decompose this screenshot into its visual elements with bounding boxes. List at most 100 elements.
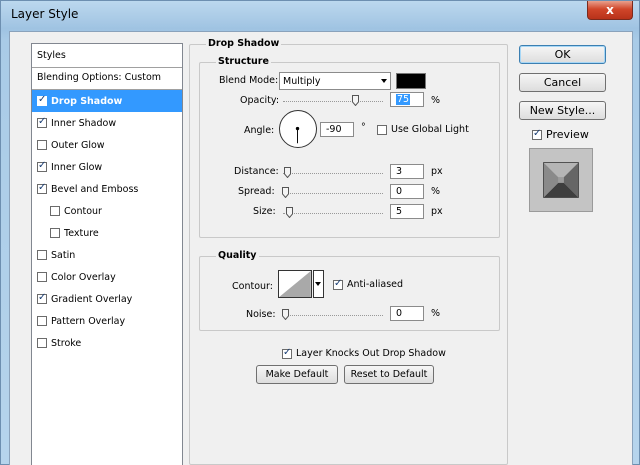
spread-input[interactable]: 0 xyxy=(390,184,424,199)
style-item-label: Inner Shadow xyxy=(51,117,117,129)
blending-options-item[interactable]: Blending Options: Custom xyxy=(32,68,182,90)
style-item-checkbox[interactable] xyxy=(37,160,47,172)
style-item-satin[interactable]: Satin xyxy=(32,244,182,266)
style-item-pattern-overlay[interactable]: Pattern Overlay xyxy=(32,310,182,332)
noise-slider-thumb[interactable] xyxy=(282,309,289,320)
contour-picker-button[interactable] xyxy=(313,270,324,298)
style-item-gradient-overlay[interactable]: Gradient Overlay xyxy=(32,288,182,310)
distance-input[interactable]: 3 xyxy=(390,164,424,179)
close-icon: x xyxy=(606,3,614,17)
blend-mode-value: Multiply xyxy=(283,76,321,87)
noise-value: 0 xyxy=(396,308,403,319)
size-unit: px xyxy=(431,206,443,217)
style-item-checkbox[interactable] xyxy=(50,228,60,238)
anti-aliased-checkbox[interactable] xyxy=(333,278,343,290)
noise-slider-track[interactable] xyxy=(283,315,383,316)
contour-preview[interactable] xyxy=(278,270,312,298)
ok-button[interactable]: OK xyxy=(519,45,606,64)
spread-slider-track[interactable] xyxy=(283,193,383,194)
size-label: Size: xyxy=(253,206,276,217)
style-item-checkbox[interactable] xyxy=(37,292,47,304)
use-global-light-label: Use Global Light xyxy=(391,124,469,135)
style-item-drop-shadow[interactable]: Drop Shadow xyxy=(32,90,182,112)
cancel-button[interactable]: Cancel xyxy=(519,73,606,92)
style-item-checkbox[interactable] xyxy=(37,250,47,260)
new-style-button[interactable]: New Style... xyxy=(519,101,606,120)
structure-title: Structure xyxy=(216,56,271,67)
dialog-body: Styles Blending Options: Custom Drop Sha… xyxy=(9,31,633,465)
preview-label: Preview xyxy=(546,128,589,141)
opacity-unit: % xyxy=(431,95,441,106)
distance-value: 3 xyxy=(396,166,403,177)
style-item-checkbox[interactable] xyxy=(37,140,47,150)
spread-label: Spread: xyxy=(238,186,275,197)
blend-mode-label: Blend Mode: xyxy=(219,75,279,86)
layer-style-window: Layer Style x Styles Blending Options: C… xyxy=(0,0,640,465)
spread-slider-thumb[interactable] xyxy=(282,187,289,198)
style-item-label: Pattern Overlay xyxy=(51,315,126,327)
style-item-checkbox[interactable] xyxy=(37,316,47,326)
style-item-inner-shadow[interactable]: Inner Shadow xyxy=(32,112,182,134)
angle-value: -90 xyxy=(326,124,342,135)
knockout-option[interactable]: Layer Knocks Out Drop Shadow xyxy=(282,347,446,359)
style-item-checkbox[interactable] xyxy=(37,338,47,348)
noise-label: Noise: xyxy=(246,309,276,320)
make-default-button[interactable]: Make Default xyxy=(256,365,338,384)
drop-shadow-group: Drop Shadow Structure Blend Mode: Multip… xyxy=(189,38,508,465)
style-item-label: Color Overlay xyxy=(51,271,116,283)
style-item-label: Bevel and Emboss xyxy=(51,183,139,195)
style-item-stroke[interactable]: Stroke xyxy=(32,332,182,354)
style-item-checkbox[interactable] xyxy=(37,182,47,194)
reset-to-default-button[interactable]: Reset to Default xyxy=(344,365,434,384)
preview-option[interactable]: Preview xyxy=(532,128,589,141)
opacity-input[interactable]: 75 xyxy=(390,92,424,107)
style-item-checkbox[interactable] xyxy=(37,116,47,128)
chevron-down-icon xyxy=(381,79,387,83)
close-button[interactable]: x xyxy=(587,1,633,20)
quality-title: Quality xyxy=(216,250,259,261)
size-slider-track[interactable] xyxy=(283,213,383,214)
style-item-label: Inner Glow xyxy=(51,161,103,173)
opacity-label: Opacity: xyxy=(240,95,280,106)
style-item-texture[interactable]: Texture xyxy=(32,222,182,244)
style-item-checkbox[interactable] xyxy=(37,94,47,106)
contour-label: Contour: xyxy=(232,281,273,292)
style-item-color-overlay[interactable]: Color Overlay xyxy=(32,266,182,288)
use-global-light-option[interactable]: Use Global Light xyxy=(377,124,469,135)
preview-checkbox[interactable] xyxy=(532,128,542,140)
style-item-bevel-and-emboss[interactable]: Bevel and Emboss xyxy=(32,178,182,200)
opacity-slider-track[interactable] xyxy=(283,101,383,102)
angle-input[interactable]: -90 xyxy=(320,122,354,137)
shadow-color-swatch[interactable] xyxy=(396,73,426,89)
knockout-checkbox[interactable] xyxy=(282,347,292,359)
title-bar[interactable]: Layer Style x xyxy=(1,1,640,29)
anti-aliased-option[interactable]: Anti-aliased xyxy=(333,278,403,290)
style-item-label: Satin xyxy=(51,249,76,261)
styles-header[interactable]: Styles xyxy=(32,44,182,68)
style-item-checkbox[interactable] xyxy=(37,272,47,282)
knockout-label: Layer Knocks Out Drop Shadow xyxy=(296,348,446,359)
styles-list: Styles Blending Options: Custom Drop Sha… xyxy=(31,43,183,465)
angle-dial[interactable] xyxy=(279,110,317,148)
style-item-label: Drop Shadow xyxy=(51,95,123,107)
style-item-label: Outer Glow xyxy=(51,139,105,151)
chevron-down-icon xyxy=(315,282,321,286)
use-global-light-checkbox[interactable] xyxy=(377,124,387,135)
distance-slider-track[interactable] xyxy=(283,173,383,174)
angle-unit: ° xyxy=(361,122,366,133)
noise-unit: % xyxy=(431,308,441,319)
noise-input[interactable]: 0 xyxy=(390,306,424,321)
structure-group: Structure Blend Mode: Multiply Opacity: … xyxy=(199,56,500,238)
style-preview xyxy=(529,148,593,212)
style-item-label: Gradient Overlay xyxy=(51,293,133,305)
style-item-inner-glow[interactable]: Inner Glow xyxy=(32,156,182,178)
spread-value: 0 xyxy=(396,186,403,197)
size-slider-thumb[interactable] xyxy=(286,207,293,218)
opacity-slider-thumb[interactable] xyxy=(352,95,359,106)
distance-slider-thumb[interactable] xyxy=(284,167,291,178)
style-item-checkbox[interactable] xyxy=(50,206,60,216)
style-item-outer-glow[interactable]: Outer Glow xyxy=(32,134,182,156)
size-input[interactable]: 5 xyxy=(390,204,424,219)
style-item-contour[interactable]: Contour xyxy=(32,200,182,222)
blend-mode-select[interactable]: Multiply xyxy=(279,72,391,90)
